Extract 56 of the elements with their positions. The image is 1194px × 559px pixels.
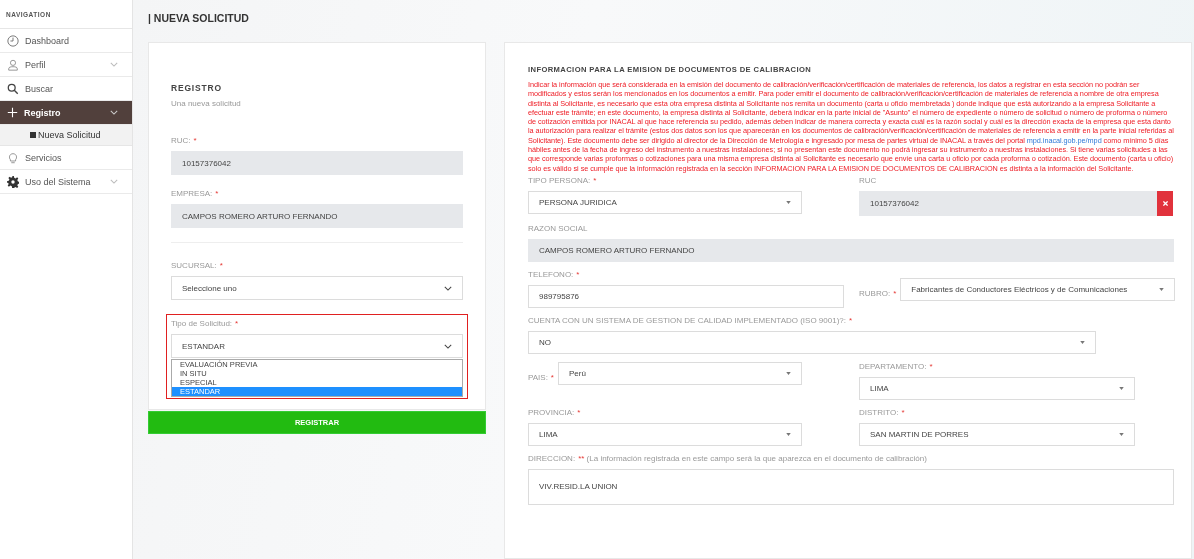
input-field[interactable]: CAMPOS ROMERO ARTURO FERNANDO [528,238,1174,262]
field-label: DISTRITO: * [859,407,906,417]
close-icon [1162,200,1168,206]
field-label: RUC: * [171,136,198,145]
chevron-icon [444,285,452,291]
lightbulb-icon [7,151,19,164]
select-field[interactable]: NO [528,330,1096,354]
input-field[interactable]: 989795876 [528,284,844,308]
chevron-icon [444,343,452,349]
section-subtitle: Una nueva solicitud [171,99,242,108]
sidebar-item[interactable]: Servicios [0,146,132,170]
select-field[interactable]: PERSONA JURIDICA [528,190,802,214]
search-icon [7,82,19,95]
field-label: TELEFONO: * [528,269,581,279]
dropdown-arrow-icon [786,432,791,436]
input-field[interactable]: 10157376042 [171,151,463,175]
field-label: DEPARTAMENTO: * [859,361,934,371]
sidebar-item[interactable]: Dashboard [0,29,132,53]
sidebar-item[interactable]: Perfil [0,53,132,77]
person-icon [7,58,19,71]
field-label: RUC [859,175,878,185]
field-label: SUCURSAL: * [171,261,224,270]
gear-icon [7,175,19,188]
dropdown-arrow-icon [1119,432,1124,436]
plus-icon [7,107,18,118]
field-label: CUENTA CON UN SISTEMA DE GESTION DE CALIDAD IMPLEMENTADO (ISO 9001)?: * [528,315,854,325]
section-title: REGISTRO [171,83,223,93]
input-field[interactable]: VIV.RESID.LA UNION [528,468,1174,505]
field-label: PAIS: * [528,372,554,382]
clear-button[interactable] [1157,190,1173,216]
dropdown-arrow-icon [1119,386,1124,390]
field-label: TIPO PERSONA: * [528,175,598,185]
field-label: RAZON SOCIAL [528,223,589,233]
sidebar-item[interactable]: Registro [0,101,132,125]
select-field[interactable]: SAN MARTIN DE PORRES [859,422,1135,446]
field-label: PROVINCIA: * [528,407,582,417]
field-label: RUBRO: * [859,288,897,298]
dropdown-arrow-icon [1159,287,1165,291]
field-label: EMPRESA: * [171,189,220,198]
sidebar-item[interactable]: Uso del Sistema [0,170,132,194]
select-field[interactable]: LIMA [859,376,1135,400]
select-field[interactable]: Fabricantes de Conductores Eléctricos y de Comunicaciones [900,277,1176,301]
select-field[interactable]: ESTANDAR [171,334,463,358]
select-field[interactable]: Seleccione uno [171,276,463,300]
select-field[interactable]: Perú [558,361,802,385]
dropdown-arrow-icon [786,371,791,375]
input-field[interactable]: 10157376042 [859,190,1157,216]
submenu-item[interactable]: Nueva Solicitud [0,125,132,146]
page-title: | NUEVA SOLICITUD [148,12,250,26]
dropdown-arrow-icon [786,200,791,204]
field-label: DIRECCION: ** (La información registrada en este campo será la que aparezca en el documento de calibración) [528,453,928,463]
field-label: Tipo de Solicitud: * [171,319,240,328]
dropdown-arrow-icon [1080,340,1085,344]
input-field[interactable]: CAMPOS ROMERO ARTURO FERNANDO [171,204,463,228]
select-field[interactable]: LIMA [528,422,802,446]
clock-icon [7,34,19,47]
